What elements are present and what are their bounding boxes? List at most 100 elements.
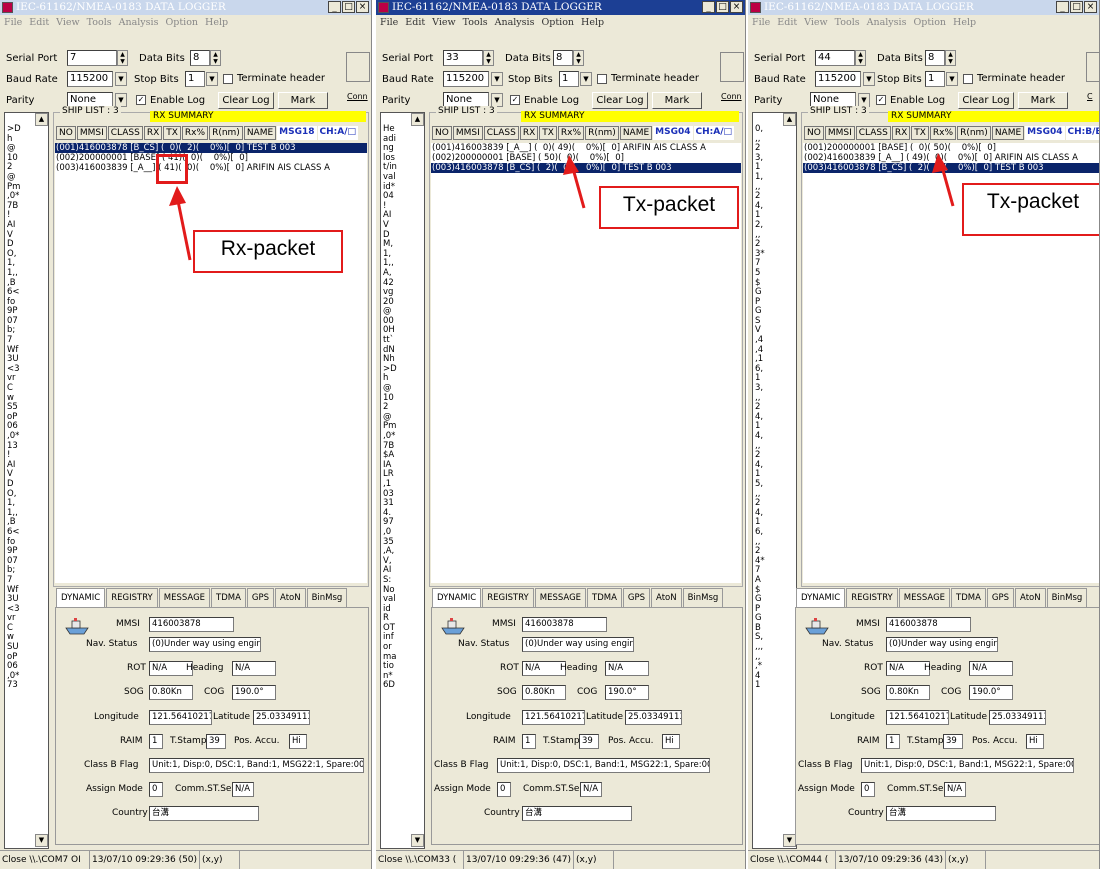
assign-mode-field[interactable]: 0 xyxy=(861,782,875,797)
tab-tdma[interactable]: TDMA xyxy=(211,588,246,608)
col-class[interactable]: CLASS xyxy=(483,126,519,140)
longitude-field[interactable]: 121.56410217 xyxy=(522,710,585,725)
close-button[interactable]: × xyxy=(356,1,369,13)
col-no[interactable]: NO xyxy=(804,126,824,140)
mark-button[interactable]: Mark xyxy=(652,92,702,109)
col-tx[interactable]: TX xyxy=(911,126,929,140)
col-no[interactable]: NO xyxy=(56,126,76,140)
col-class[interactable]: CLASS xyxy=(855,126,891,140)
table-row[interactable]: (003)416003878 [B_CS] ( 2)( 0)( 0%)[ 0] … xyxy=(803,163,1099,173)
mmsi-field[interactable]: 416003878 xyxy=(886,617,971,632)
col-tx[interactable]: TX xyxy=(539,126,557,140)
baud-rate-select[interactable]: 115200 xyxy=(815,71,861,87)
col-rx[interactable]: RX xyxy=(891,126,911,140)
col-no[interactable]: NO xyxy=(432,126,452,140)
longitude-field[interactable]: 121.56410217 xyxy=(886,710,949,725)
data-bits-spinner[interactable]: ▲ ▼ xyxy=(573,50,584,66)
col-rx[interactable]: RX xyxy=(143,126,163,140)
menu-file[interactable]: File xyxy=(380,15,398,30)
nav-status-field[interactable]: (0)Under way using engir xyxy=(886,637,998,652)
tstamp-field[interactable]: 39 xyxy=(579,734,599,749)
terminate-header-checkbox[interactable] xyxy=(597,74,607,84)
serial-port-input[interactable]: 7 xyxy=(67,50,117,66)
col-name[interactable]: NAME xyxy=(243,126,277,140)
scroll-up-icon[interactable]: ▲ xyxy=(35,113,48,126)
stop-bits-select[interactable]: 1 xyxy=(559,71,579,87)
col-class[interactable]: CLASS xyxy=(107,126,143,140)
tab-tdma[interactable]: TDMA xyxy=(951,588,986,608)
menu-option[interactable]: Option xyxy=(541,15,574,30)
latitude-field[interactable]: 25.03349113 xyxy=(989,710,1046,725)
connect-label[interactable]: Conn xyxy=(721,92,742,101)
tab-dynamic[interactable]: DYNAMIC xyxy=(432,588,482,608)
stop-bits-select[interactable]: 1 xyxy=(925,71,945,87)
baud-rate-select[interactable]: 115200 xyxy=(443,71,489,87)
col-mmsi[interactable]: MMSI xyxy=(452,126,483,140)
maximize-button[interactable]: □ xyxy=(716,1,729,13)
title-bar[interactable]: IEC-61162/NMEA-0183 DATA LOGGER _ □ × xyxy=(376,0,745,15)
menu-view[interactable]: View xyxy=(56,15,80,30)
col-name[interactable]: NAME xyxy=(991,126,1025,140)
latitude-field[interactable]: 25.03349113 xyxy=(253,710,310,725)
menu-file[interactable]: File xyxy=(4,15,22,30)
minimize-button[interactable]: _ xyxy=(1056,1,1069,13)
minimize-button[interactable]: _ xyxy=(702,1,715,13)
col-rx[interactable]: RX xyxy=(519,126,539,140)
table-row[interactable]: (002)200000001 [BASE] ( 41)( 0)( 0%)[ 0] xyxy=(55,153,367,163)
sog-field[interactable]: 0.80Kn xyxy=(522,685,566,700)
col-name[interactable]: NAME xyxy=(619,126,653,140)
chevron-down-icon[interactable]: ▼ xyxy=(206,72,218,86)
raim-field[interactable]: 1 xyxy=(886,734,900,749)
sog-field[interactable]: 0.80Kn xyxy=(149,685,193,700)
data-bits-input[interactable]: 8 xyxy=(925,50,945,66)
col-range[interactable]: R(nm) xyxy=(585,126,619,140)
menu-tools[interactable]: Tools xyxy=(463,15,488,30)
enable-log-checkbox[interactable]: ✓ xyxy=(136,95,146,105)
tab-dynamic[interactable]: DYNAMIC xyxy=(796,588,846,608)
menu-file[interactable]: File xyxy=(752,15,770,30)
class-b-flag-field[interactable]: Unit:1, Disp:0, DSC:1, Band:1, MSG22:1, … xyxy=(861,758,1074,773)
col-mmsi[interactable]: MMSI xyxy=(824,126,855,140)
menu-edit[interactable]: Edit xyxy=(777,15,797,30)
col-rx-percent[interactable]: Rx% xyxy=(181,126,209,140)
data-bits-spinner[interactable]: ▲ ▼ xyxy=(945,50,956,66)
clear-log-button[interactable]: Clear Log xyxy=(218,92,274,109)
enable-log-checkbox[interactable]: ✓ xyxy=(876,95,886,105)
table-row[interactable]: (002)200000001 [BASE] ( 50)( 0)( 0%)[ 0] xyxy=(431,153,741,163)
tstamp-field[interactable]: 39 xyxy=(943,734,963,749)
tab-registry[interactable]: REGISTRY xyxy=(846,588,898,608)
connect-label[interactable]: Conn xyxy=(347,92,368,101)
scroll-down-icon[interactable]: ▼ xyxy=(35,834,48,847)
menu-tools[interactable]: Tools xyxy=(87,15,112,30)
tab-aton[interactable]: AtoN xyxy=(275,588,306,608)
raw-log-text[interactable]: 0, ,, 2 3, 1 1, ,, 2 4, 1 2, ,, 2 3* 7 5… xyxy=(752,112,797,849)
chevron-down-icon[interactable]: ▼ xyxy=(946,72,958,86)
terminate-header-checkbox[interactable] xyxy=(963,74,973,84)
menu-view[interactable]: View xyxy=(804,15,828,30)
data-bits-input[interactable]: 8 xyxy=(553,50,573,66)
chevron-down-icon[interactable]: ▼ xyxy=(491,93,503,107)
menu-help[interactable]: Help xyxy=(581,15,604,30)
stop-bits-select[interactable]: 1 xyxy=(185,71,205,87)
enable-log-checkbox[interactable]: ✓ xyxy=(510,95,520,105)
col-rx-percent[interactable]: Rx% xyxy=(557,126,585,140)
tab-gps[interactable]: GPS xyxy=(986,588,1015,608)
col-rx-percent[interactable]: Rx% xyxy=(929,126,957,140)
title-bar[interactable]: IEC-61162/NMEA-0183 DATA LOGGER _ □ × xyxy=(748,0,1099,15)
country-field[interactable]: 台溝 xyxy=(886,806,996,821)
mark-button[interactable]: Mark xyxy=(278,92,328,109)
cog-field[interactable]: 190.0° xyxy=(605,685,649,700)
tstamp-field[interactable]: 39 xyxy=(206,734,226,749)
col-range[interactable]: R(nm) xyxy=(957,126,991,140)
tab-registry[interactable]: REGISTRY xyxy=(106,588,158,608)
cog-field[interactable]: 190.0° xyxy=(969,685,1013,700)
latitude-field[interactable]: 25.03349113 xyxy=(625,710,682,725)
tab-binmsg[interactable]: BinMsg xyxy=(306,588,348,608)
class-b-flag-field[interactable]: Unit:1, Disp:0, DSC:1, Band:1, MSG22:1, … xyxy=(497,758,710,773)
clear-log-button[interactable]: Clear Log xyxy=(592,92,648,109)
tab-binmsg[interactable]: BinMsg xyxy=(682,588,724,608)
chevron-down-icon[interactable]: ▼ xyxy=(115,72,127,86)
pos-accu-field[interactable]: Hi xyxy=(289,734,307,749)
data-bits-input[interactable]: 8 xyxy=(190,50,210,66)
menu-edit[interactable]: Edit xyxy=(405,15,425,30)
